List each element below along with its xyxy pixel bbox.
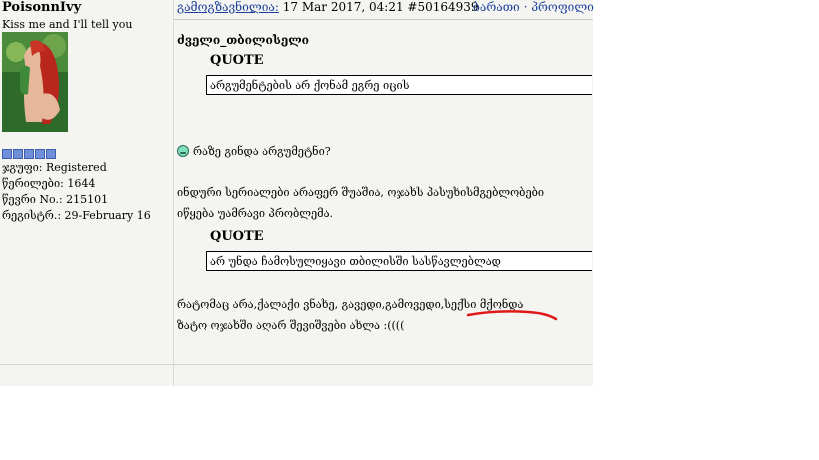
post-footer-divider: [0, 364, 593, 365]
post-id-link[interactable]: #50164939: [407, 0, 478, 14]
quote-label: QUOTE: [210, 229, 264, 244]
quote-label: QUOTE: [210, 53, 264, 68]
quote-author: ძველი_თბილისელი: [177, 33, 309, 47]
user-post-count: წერილები: 1644: [2, 177, 96, 190]
paragraph-line: ინდური სერიალები არაფერ შუაშია, ოჯახს პა…: [177, 186, 545, 199]
user-avatar: [2, 32, 68, 132]
red-underline-annotation: [466, 310, 558, 321]
user-registered-date: რეგისტრ.: 29-February 16: [2, 209, 151, 222]
user-group: ჯგუფი: Registered: [2, 161, 107, 174]
post-meta: გამოგზავნილია: 17 Mar 2017, 04:21 #50164…: [177, 0, 594, 14]
post-nav-links[interactable]: ბარათი · პროფილი: [473, 0, 594, 14]
user-stats: ჯგუფი: Registered წერილები: 1644 წევრი N…: [2, 160, 151, 224]
paragraph-line: ზატო ოჯახში აღარ შევიშვები ახლა :((((: [177, 319, 405, 332]
rank-pips-icon: [2, 149, 56, 159]
quote-box: არგუმენტების არ ქონამ ეგრე იცის: [206, 75, 592, 95]
post-date: 17 Mar 2017, 04:21: [278, 0, 408, 14]
user-member-number: წევრი No.: 215101: [2, 193, 109, 206]
posted-label-link[interactable]: გამოგზავნილია:: [177, 0, 279, 14]
quote-box: არ უნდა ჩამოსულიყავი თბილისში სასწავლებლ…: [206, 251, 592, 271]
paragraph-line: იწყება უამრავი პრობლემა.: [177, 207, 334, 220]
post-header-divider: [174, 19, 593, 20]
smiley-icon: [177, 145, 189, 157]
username[interactable]: PoisonnIvy: [2, 0, 81, 16]
user-tagline: Kiss me and I'll tell you: [2, 18, 133, 31]
reply-text: რაზე გინდა არგუმეტნი?: [193, 145, 331, 158]
forum-post: PoisonnIvy Kiss me and I'll tell you ჯგუ…: [0, 0, 594, 386]
